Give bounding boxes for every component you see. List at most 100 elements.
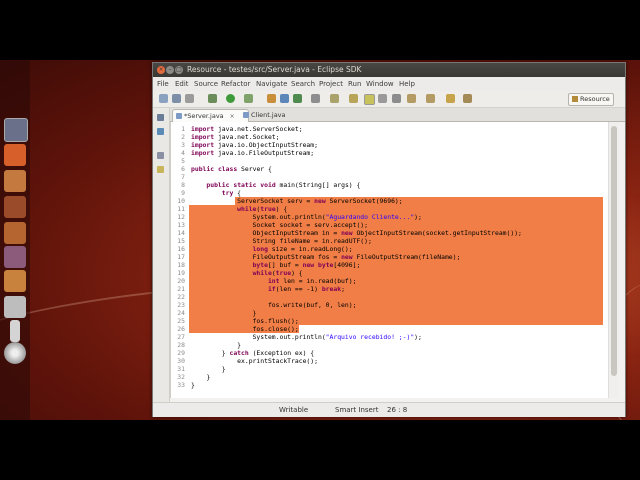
usb-drive-icon[interactable] [10,320,20,342]
menu-source[interactable]: Source [194,77,218,91]
menu-project[interactable]: Project [319,77,343,91]
perspective-label: Resource [580,95,610,103]
menu-refactor[interactable]: Refactor [221,77,250,91]
run-icon[interactable] [226,94,235,103]
folder-icon[interactable] [4,222,26,244]
code-text: import java.io.ObjectInputStream; [191,141,318,149]
vertical-scrollbar[interactable] [608,122,619,398]
code-text: byte[] buf = new byte[4096]; [252,261,361,269]
code-line[interactable]: 14 ObjectInputStream in = new ObjectInpu… [171,229,619,237]
show-whitespace-icon[interactable] [378,94,387,103]
close-tab-icon[interactable]: × [230,113,235,120]
status-insert-mode: Smart Insert [335,406,379,414]
code-line[interactable]: 25 fos.flush(); [171,317,619,325]
menu-run[interactable]: Run [348,77,361,91]
code-line[interactable]: 12 System.out.println("Aguardando Client… [171,213,619,221]
annotation-icon[interactable] [349,94,358,103]
menu-file[interactable]: File [157,77,169,91]
print-icon[interactable] [185,94,194,103]
code-editor[interactable]: 1 import java.net.ServerSocket; 2 import ja… [170,122,619,398]
disc-icon[interactable] [4,342,26,364]
code-line[interactable]: 6 public class Server { [171,165,619,173]
restore-icon[interactable] [157,114,164,121]
close-icon[interactable]: × [157,66,165,74]
code-line[interactable]: 23 fos.write(buf, 0, len); [171,301,619,309]
code-line[interactable]: 5 [171,157,619,165]
code-line[interactable]: 18 byte[] buf = new byte[4096]; [171,261,619,269]
code-line[interactable]: 29 } catch (Exception ex) { [171,349,619,357]
new-java-project-icon[interactable] [267,94,276,103]
project-explorer-icon[interactable] [157,128,164,135]
new-package-icon[interactable] [280,94,289,103]
line-number: 32 [177,373,185,381]
code-line[interactable]: 15 String fileName = in.readUTF(); [171,237,619,245]
code-line[interactable]: 2 import java.net.Socket; [171,133,619,141]
open-type-icon[interactable] [311,94,320,103]
code-line[interactable]: 3 import java.io.ObjectInputStream; [171,141,619,149]
save-icon[interactable] [172,94,181,103]
menu-navigate[interactable]: Navigate [256,77,287,91]
code-line[interactable]: 24 } [171,309,619,317]
search-icon[interactable] [330,94,339,103]
code-line[interactable]: 13 Socket socket = serv.accept(); [171,221,619,229]
code-line[interactable]: 31 } [171,365,619,373]
minimize-icon[interactable]: – [166,66,174,74]
code-line[interactable]: 7 [171,173,619,181]
code-line[interactable]: 17 FileOutputStream fos = new FileOutput… [171,253,619,261]
system-settings-icon[interactable] [4,118,28,142]
line-number: 12 [177,213,185,221]
tab-client-java[interactable]: Client.java [240,109,311,121]
line-number: 28 [177,341,185,349]
next-annotation-icon[interactable] [407,94,416,103]
line-number: 33 [177,381,185,389]
previous-annotation-icon[interactable] [426,94,435,103]
tab-server-java[interactable]: *Server.java × [172,109,249,122]
home-folder-icon[interactable] [4,144,26,166]
menu-edit[interactable]: Edit [175,77,189,91]
menu-help[interactable]: Help [399,77,415,91]
external-tools-icon[interactable] [244,94,253,103]
code-line[interactable]: 10 ServerSocket serv = new ServerSocket(… [171,197,619,205]
code-line[interactable]: 33} [171,381,619,389]
files-icon[interactable] [4,170,26,192]
code-text: ObjectInputStream in = new ObjectInputSt… [191,229,522,237]
code-line[interactable]: 27 System.out.println("Arquivo recebido!… [171,333,619,341]
outline-icon[interactable] [157,152,164,159]
back-icon[interactable] [446,94,455,103]
code-line[interactable]: 32 } [171,373,619,381]
code-line[interactable]: 16 long size = in.readLong(); [171,245,619,253]
code-line[interactable]: 9 try { [171,189,619,197]
perspective-switcher[interactable]: Resource [568,93,614,106]
scrollbar-thumb[interactable] [611,126,617,376]
code-line[interactable]: 1 import java.net.ServerSocket; [171,125,619,133]
code-line[interactable]: 30 ex.printStackTrace(); [171,357,619,365]
code-line[interactable]: 22 [171,293,619,301]
line-number: 22 [177,293,185,301]
drive-icon[interactable] [4,296,26,318]
menu-search[interactable]: Search [291,77,315,91]
tasks-icon[interactable] [157,166,164,173]
line-number: 23 [177,301,185,309]
code-line[interactable]: 11 while(true) { [171,205,619,213]
maximize-icon[interactable]: □ [175,66,183,74]
folder-icon[interactable] [4,270,26,292]
code-line[interactable]: 20 int len = in.read(buf); [171,277,619,285]
code-line[interactable]: 28 } [171,341,619,349]
block-selection-icon[interactable] [392,94,401,103]
menu-window[interactable]: Window [366,77,394,91]
application-icon[interactable] [4,246,26,268]
code-text: fos.flush(); [191,317,299,325]
documents-icon[interactable] [4,196,26,218]
code-line[interactable]: 26 fos.close(); [171,325,619,333]
debug-icon[interactable] [208,94,217,103]
code-line[interactable]: 8 public static void main(String[] args)… [171,181,619,189]
new-icon[interactable] [159,94,168,103]
toggle-mark-icon[interactable] [364,94,375,105]
line-number: 16 [177,245,185,253]
new-class-icon[interactable] [293,94,302,103]
code-line[interactable]: 21 if(len == -1) break; [171,285,619,293]
code-line[interactable]: 19 while(true) { [171,269,619,277]
forward-icon[interactable] [463,94,472,103]
code-line[interactable]: 4 import java.io.FileOutputStream; [171,149,619,157]
code-text: import java.net.ServerSocket; [191,125,303,133]
